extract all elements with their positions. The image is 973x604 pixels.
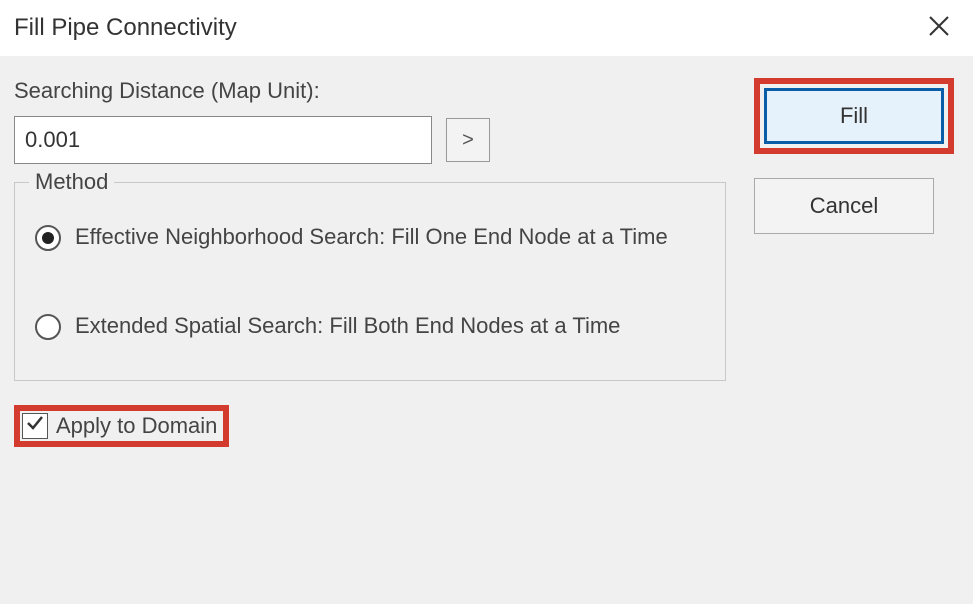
apply-to-domain-highlight: Apply to Domain	[14, 405, 229, 447]
button-column: Fill Cancel	[734, 78, 955, 586]
checkmark-icon	[26, 414, 44, 438]
window-title: Fill Pipe Connectivity	[14, 14, 237, 42]
radio-option-extended[interactable]: Extended Spatial Search: Fill Both End N…	[35, 312, 705, 341]
fill-button[interactable]: Fill	[764, 88, 944, 144]
radio-selected-icon	[42, 232, 54, 244]
searching-distance-input[interactable]	[14, 116, 432, 164]
radio-label: Extended Spatial Search: Fill Both End N…	[75, 312, 620, 341]
form-area: Searching Distance (Map Unit): > Method …	[14, 78, 734, 586]
method-legend: Method	[29, 169, 114, 195]
arrow-right-icon: >	[462, 129, 474, 152]
fill-button-highlight: Fill	[754, 78, 954, 154]
radio-label: Effective Neighborhood Search: Fill One …	[75, 223, 668, 252]
radio-button[interactable]	[35, 314, 61, 340]
dialog-body: Searching Distance (Map Unit): > Method …	[0, 56, 973, 604]
searching-distance-row: >	[14, 116, 734, 164]
apply-to-domain-row[interactable]: Apply to Domain	[22, 413, 217, 439]
radio-button[interactable]	[35, 225, 61, 251]
apply-to-domain-label: Apply to Domain	[56, 413, 217, 439]
close-button[interactable]	[919, 8, 959, 48]
pick-distance-button[interactable]: >	[446, 118, 490, 162]
method-group: Method Effective Neighborhood Search: Fi…	[14, 182, 726, 381]
titlebar: Fill Pipe Connectivity	[0, 0, 973, 56]
radio-option-effective[interactable]: Effective Neighborhood Search: Fill One …	[35, 223, 705, 252]
searching-distance-label: Searching Distance (Map Unit):	[14, 78, 734, 104]
cancel-button[interactable]: Cancel	[754, 178, 934, 234]
apply-to-domain-checkbox[interactable]	[22, 413, 48, 439]
close-icon	[928, 12, 950, 44]
